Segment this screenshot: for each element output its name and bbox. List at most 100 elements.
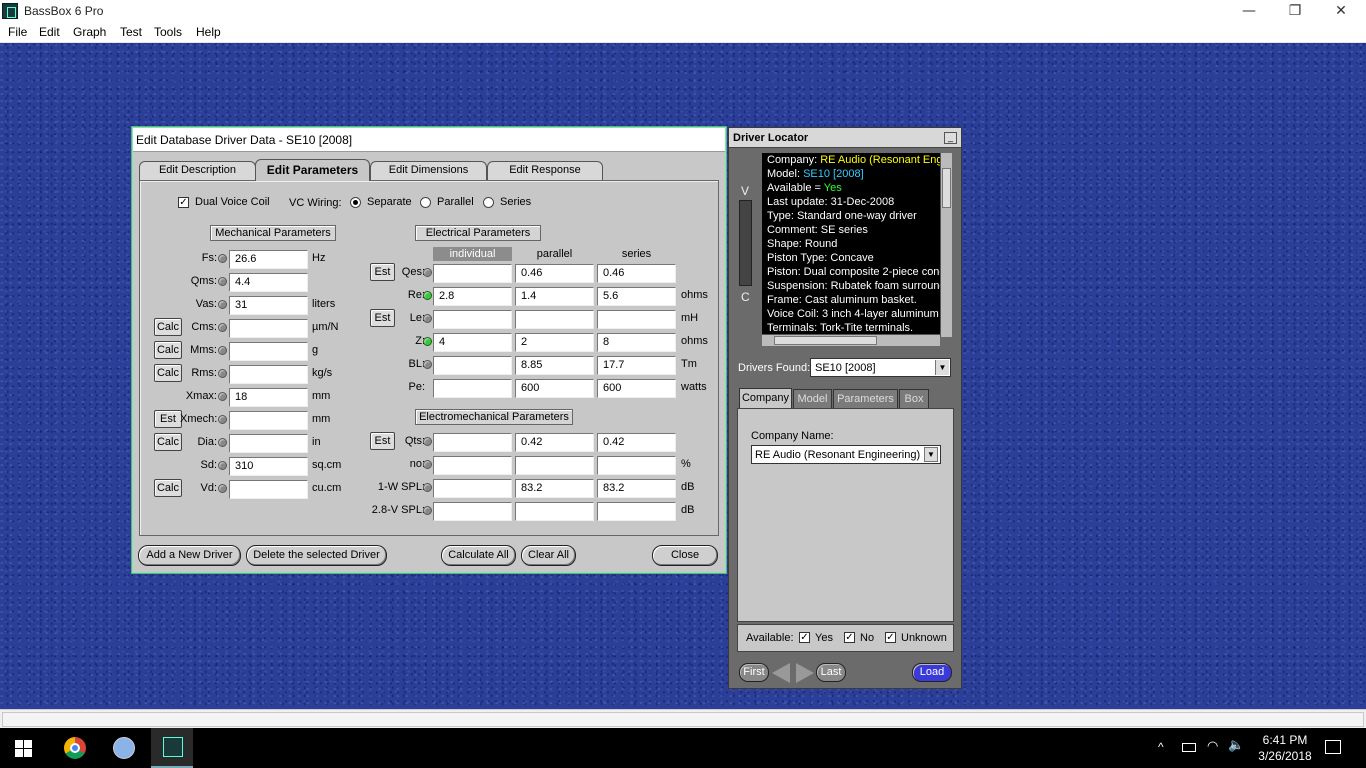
menu-test[interactable]: Test [120,25,142,39]
est-button[interactable]: Est [370,309,395,327]
bluetooth-app-icon[interactable] [113,737,135,759]
param-input[interactable] [229,434,308,453]
param-input[interactable] [515,502,594,521]
start-windows-icon[interactable] [15,740,32,757]
tab-parameters[interactable]: Parameters [833,389,898,409]
info-vertical-scrollbar[interactable] [940,153,952,337]
param-input[interactable] [597,502,676,521]
param-input[interactable] [597,310,676,329]
vc-parallel-radio[interactable] [420,197,431,208]
vc-slider-track[interactable] [739,200,752,286]
tab-box[interactable]: Box [899,389,929,409]
param-input[interactable] [433,310,512,329]
param-input[interactable]: 0.46 [515,264,594,283]
add-new-driver-button[interactable]: Add a New Driver [138,545,241,566]
tab-company[interactable]: Company [739,388,792,409]
param-input[interactable]: 8 [597,333,676,352]
param-input[interactable] [433,264,512,283]
menu-file[interactable]: File [8,25,27,39]
close-window-button[interactable]: ✕ [1318,0,1364,23]
drivers-found-dropdown[interactable]: SE10 [2008] ▼ [810,358,951,377]
battery-icon[interactable] [1182,743,1196,752]
info-scroll-thumb[interactable] [942,168,951,208]
clock-date[interactable]: 3/26/2018 [1256,749,1314,763]
available-unknown-checkbox[interactable]: ✓ [885,632,896,643]
param-input[interactable]: 17.7 [597,356,676,375]
param-input[interactable]: 4 [433,333,512,352]
param-input[interactable]: 0.42 [597,433,676,452]
param-input[interactable]: 83.2 [597,479,676,498]
menu-tools[interactable]: Tools [154,25,182,39]
vc-separate-radio[interactable] [350,197,361,208]
bassbox-taskbar-item[interactable] [151,728,193,768]
calculate-all-button[interactable]: Calculate All [441,545,516,566]
clear-all-button[interactable]: Clear All [521,545,576,566]
param-input[interactable] [229,319,308,338]
param-input[interactable] [515,310,594,329]
notifications-icon[interactable] [1325,740,1341,754]
locator-minimize-button[interactable]: _ [944,132,957,144]
param-input[interactable] [433,479,512,498]
tab-edit-dimensions[interactable]: Edit Dimensions [370,161,487,180]
param-input[interactable] [229,342,308,361]
wifi-icon[interactable]: ◠ [1207,738,1218,754]
est-button[interactable]: Est [154,410,182,428]
param-input[interactable]: 0.46 [597,264,676,283]
load-button[interactable]: Load [912,663,952,682]
param-input[interactable] [597,456,676,475]
available-yes-checkbox[interactable]: ✓ [799,632,810,643]
param-input[interactable]: 2 [515,333,594,352]
info-horizontal-scrollbar[interactable] [762,334,940,346]
param-input[interactable]: 5.6 [597,287,676,306]
param-input[interactable]: 310 [229,457,308,476]
param-input[interactable] [433,456,512,475]
volume-muted-icon[interactable]: 🔈 [1228,738,1244,753]
chrome-icon[interactable] [64,737,86,759]
param-input[interactable] [433,379,512,398]
param-input[interactable]: 8.85 [515,356,594,375]
menu-help[interactable]: Help [196,25,221,39]
minimize-button[interactable]: — [1226,0,1272,23]
chevron-down-icon[interactable]: ▼ [924,447,938,462]
param-input[interactable]: 31 [229,296,308,315]
first-button[interactable]: First [739,663,769,682]
tab-edit-parameters[interactable]: Edit Parameters [255,159,370,181]
calc-button[interactable]: Calc [154,341,182,359]
param-input[interactable]: 0.42 [515,433,594,452]
info-hscroll-thumb[interactable] [774,336,877,345]
param-input[interactable] [229,365,308,384]
calc-button[interactable]: Calc [154,318,182,336]
previous-arrow-icon[interactable] [772,663,790,683]
dual-voice-coil-checkbox[interactable]: ✓ [178,197,189,208]
calc-button[interactable]: Calc [154,479,182,497]
est-button[interactable]: Est [370,263,395,281]
param-input[interactable] [433,356,512,375]
param-input[interactable]: 600 [597,379,676,398]
close-button[interactable]: Close [652,545,718,566]
param-input[interactable]: 26.6 [229,250,308,269]
calc-button[interactable]: Calc [154,364,182,382]
param-input[interactable]: 1.4 [515,287,594,306]
param-input[interactable]: 600 [515,379,594,398]
param-input[interactable] [515,456,594,475]
param-input[interactable]: 83.2 [515,479,594,498]
param-input[interactable]: 2.8 [433,287,512,306]
vc-series-radio[interactable] [483,197,494,208]
chevron-up-icon[interactable]: ^ [1158,740,1164,754]
param-input[interactable] [433,502,512,521]
chevron-down-icon[interactable]: ▼ [935,360,949,375]
next-arrow-icon[interactable] [796,663,814,683]
param-input[interactable] [229,411,308,430]
menu-graph[interactable]: Graph [73,25,106,39]
company-name-dropdown[interactable]: RE Audio (Resonant Engineering) ▼ [751,445,941,464]
param-input[interactable] [229,480,308,499]
clock-time[interactable]: 6:41 PM [1260,733,1310,747]
available-no-checkbox[interactable]: ✓ [844,632,855,643]
restore-button[interactable]: ❐ [1272,0,1318,23]
delete-driver-button[interactable]: Delete the selected Driver [246,545,387,566]
param-input[interactable] [433,433,512,452]
menu-edit[interactable]: Edit [39,25,60,39]
param-input[interactable]: 18 [229,388,308,407]
param-input[interactable]: 4.4 [229,273,308,292]
tab-edit-description[interactable]: Edit Description [139,161,256,180]
